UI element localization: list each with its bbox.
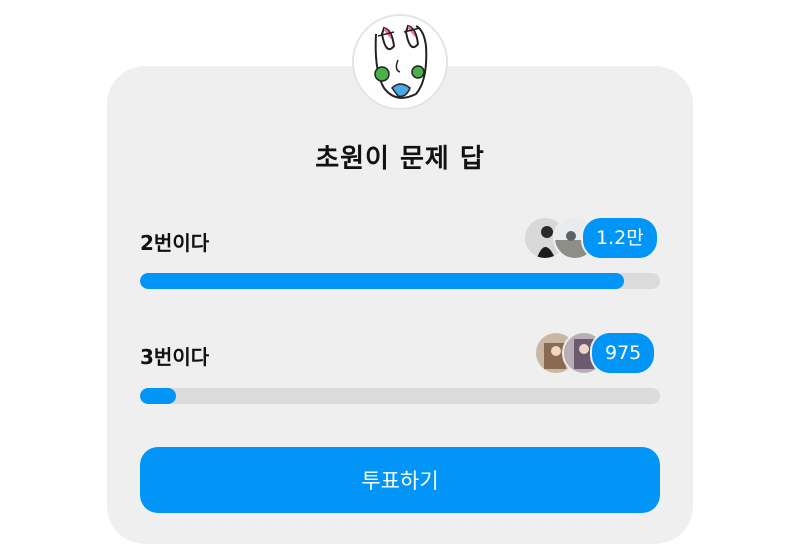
poll-option-2-progress-track xyxy=(140,388,660,404)
poll-option-1-progress-fill xyxy=(140,273,624,289)
cartoon-face-icon xyxy=(354,16,446,108)
poll-option-1-voters: 1.2만 xyxy=(523,216,663,260)
poll-option-2-voters: 975 xyxy=(534,331,664,375)
poll-option-1-label[interactable]: 2번이다 xyxy=(140,227,209,256)
poll-option-2-label[interactable]: 3번이다 xyxy=(140,341,209,370)
vote-button[interactable]: 투표하기 xyxy=(140,447,660,513)
poll-option-2-vote-count: 975 xyxy=(590,331,657,375)
author-avatar[interactable] xyxy=(352,14,448,110)
poll-option-1-progress-track xyxy=(140,273,660,289)
poll-option-2-progress-fill xyxy=(140,388,177,404)
poll-option-1-vote-count: 1.2만 xyxy=(581,216,659,260)
poll-title: 초원이 문제 답 xyxy=(315,144,485,174)
